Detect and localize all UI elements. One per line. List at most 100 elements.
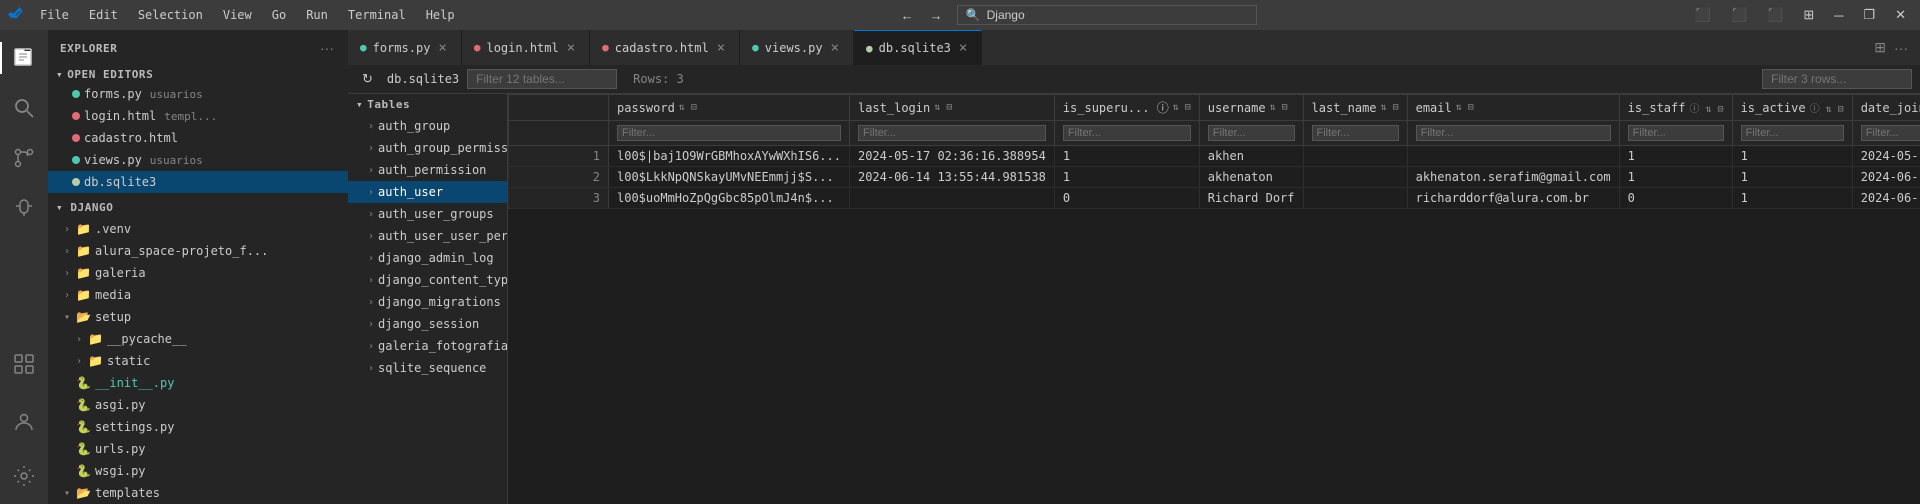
col-header-date-joined[interactable]: date_joined ⇅ ⊟ bbox=[1852, 95, 1920, 121]
views-tab-close[interactable]: × bbox=[829, 40, 841, 56]
menu-go[interactable]: Go bbox=[264, 6, 294, 24]
col-header-is-staff[interactable]: is_staff ⓘ ⇅ ⊟ bbox=[1619, 95, 1732, 121]
search-bar[interactable]: 🔍 bbox=[957, 5, 1257, 25]
filter-username-input[interactable] bbox=[1208, 125, 1295, 141]
editor-item-forms[interactable]: forms.py usuarios bbox=[48, 83, 348, 105]
col-header-username[interactable]: username ⇅ ⊟ bbox=[1199, 95, 1303, 121]
filter-email[interactable] bbox=[1407, 121, 1619, 146]
col-header-is-active[interactable]: is_active ⓘ ⇅ ⊟ bbox=[1732, 95, 1852, 121]
filter-is-staff[interactable] bbox=[1619, 121, 1732, 146]
refresh-button[interactable]: ↻ bbox=[356, 69, 379, 89]
table-auth-group-permissions[interactable]: › auth_group_permissions bbox=[348, 137, 507, 159]
table-django-migrations[interactable]: › django_migrations bbox=[348, 291, 507, 313]
tree-item-settings[interactable]: 🐍 settings.py bbox=[48, 416, 348, 438]
filter-username[interactable] bbox=[1199, 121, 1303, 146]
layout-sidebar-button[interactable]: ⬛ bbox=[1689, 5, 1717, 25]
login-tab-close[interactable]: × bbox=[565, 40, 577, 56]
tab-views[interactable]: ● views.py × bbox=[740, 30, 854, 65]
django-section[interactable]: ▾ DJANGO bbox=[48, 197, 348, 218]
tree-item-pycache[interactable]: › 📁 __pycache__ bbox=[48, 328, 348, 350]
table-django-admin-log[interactable]: › django_admin_log bbox=[348, 247, 507, 269]
table-django-content-type[interactable]: › django_content_type bbox=[348, 269, 507, 291]
tree-item-asgi[interactable]: 🐍 asgi.py bbox=[48, 394, 348, 416]
table-row[interactable]: 2 l00$LkkNpQNSkayUMvNEEmmjj$S... 2024-06… bbox=[509, 167, 1920, 188]
nav-forward-button[interactable]: → bbox=[924, 6, 949, 25]
col-header-last-login[interactable]: last_login ⇅ ⊟ bbox=[849, 95, 1054, 121]
tab-forms[interactable]: ● forms.py × bbox=[348, 30, 462, 65]
table-auth-user[interactable]: › auth_user bbox=[348, 181, 507, 203]
filter-last-name-input[interactable] bbox=[1312, 125, 1399, 141]
filter-is-active-input[interactable] bbox=[1741, 125, 1844, 141]
table-galeria-fotografia[interactable]: › galeria_fotografia bbox=[348, 335, 507, 357]
forms-tab-close[interactable]: × bbox=[436, 40, 448, 56]
editor-item-views[interactable]: views.py usuarios bbox=[48, 149, 348, 171]
table-auth-user-user-permissions[interactable]: › auth_user_user_permissions bbox=[348, 225, 507, 247]
window-close-button[interactable]: ✕ bbox=[1889, 5, 1912, 25]
sidebar-more-button[interactable]: ··· bbox=[318, 38, 336, 58]
layout-toggle-button[interactable]: ⬛ bbox=[1761, 5, 1789, 25]
editor-item-cadastro[interactable]: cadastro.html bbox=[48, 127, 348, 149]
tables-section[interactable]: ▾ Tables bbox=[348, 94, 507, 115]
menu-edit[interactable]: Edit bbox=[81, 6, 126, 24]
filter-is-superuser-input[interactable] bbox=[1063, 125, 1191, 141]
menu-run[interactable]: Run bbox=[298, 6, 336, 24]
tab-db[interactable]: ● db.sqlite3 × bbox=[854, 30, 982, 65]
tree-item-wsgi[interactable]: 🐍 wsgi.py bbox=[48, 460, 348, 482]
tree-item-init[interactable]: 🐍 __init__.py bbox=[48, 372, 348, 394]
filter-date-joined-input[interactable] bbox=[1861, 125, 1920, 141]
rows-filter-input[interactable] bbox=[1762, 69, 1912, 89]
menu-file[interactable]: File bbox=[32, 6, 77, 24]
tree-item-galeria[interactable]: › 📁 galeria bbox=[48, 262, 348, 284]
table-auth-group[interactable]: › auth_group bbox=[348, 115, 507, 137]
filter-is-superuser[interactable] bbox=[1054, 121, 1199, 146]
activity-account[interactable] bbox=[0, 398, 48, 446]
filter-last-login-input[interactable] bbox=[858, 125, 1046, 141]
col-header-email[interactable]: email ⇅ ⊟ bbox=[1407, 95, 1619, 121]
filter-date-joined[interactable] bbox=[1852, 121, 1920, 146]
tree-item-templates[interactable]: ▾ 📂 templates bbox=[48, 482, 348, 504]
more-actions-button[interactable]: ··· bbox=[1890, 38, 1912, 58]
tree-item-alura[interactable]: › 📁 alura_space-projeto_f... bbox=[48, 240, 348, 262]
filter-password-input[interactable] bbox=[617, 125, 841, 141]
filter-is-staff-input[interactable] bbox=[1628, 125, 1724, 141]
layout-panel-button[interactable]: ⬛ bbox=[1725, 5, 1753, 25]
activity-extensions[interactable] bbox=[0, 340, 48, 388]
editor-item-login[interactable]: login.html templ... bbox=[48, 105, 348, 127]
col-header-is-superuser[interactable]: is_superu... ⓘ ⇅ ⊟ bbox=[1054, 95, 1199, 121]
activity-search[interactable] bbox=[0, 84, 48, 132]
table-django-session[interactable]: › django_session bbox=[348, 313, 507, 335]
tree-item-media[interactable]: › 📁 media bbox=[48, 284, 348, 306]
window-maximize-button[interactable]: ❐ bbox=[1857, 5, 1881, 25]
menu-help[interactable]: Help bbox=[418, 6, 463, 24]
table-auth-user-groups[interactable]: › auth_user_groups bbox=[348, 203, 507, 225]
tree-item-venv[interactable]: › 📁 .venv bbox=[48, 218, 348, 240]
split-editor-button[interactable]: ⊞ bbox=[1870, 37, 1890, 58]
tree-item-urls[interactable]: 🐍 urls.py bbox=[48, 438, 348, 460]
activity-debug[interactable] bbox=[0, 184, 48, 232]
cadastro-tab-close[interactable]: × bbox=[715, 40, 727, 56]
menu-terminal[interactable]: Terminal bbox=[340, 6, 414, 24]
window-minimize-button[interactable]: ─ bbox=[1828, 6, 1849, 25]
menu-selection[interactable]: Selection bbox=[130, 6, 211, 24]
editor-item-db[interactable]: db.sqlite3 bbox=[48, 171, 348, 193]
filter-last-name[interactable] bbox=[1303, 121, 1407, 146]
db-grid[interactable]: password ⇅ ⊟ last_login ⇅ ⊟ bbox=[508, 94, 1920, 504]
table-row[interactable]: 3 l00$uoMmHoZpQgGbc85pOlmJ4n$... 0 Richa… bbox=[509, 188, 1920, 209]
menu-view[interactable]: View bbox=[215, 6, 260, 24]
table-filter-input[interactable] bbox=[467, 69, 617, 89]
col-header-last-name[interactable]: last_name ⇅ ⊟ bbox=[1303, 95, 1407, 121]
activity-settings[interactable] bbox=[0, 452, 48, 500]
db-tab-close[interactable]: × bbox=[957, 40, 969, 56]
nav-back-button[interactable]: ← bbox=[895, 6, 920, 25]
tree-item-setup[interactable]: ▾ 📂 setup bbox=[48, 306, 348, 328]
search-input[interactable] bbox=[987, 8, 1248, 22]
table-sqlite-sequence[interactable]: › sqlite_sequence bbox=[348, 357, 507, 379]
table-row[interactable]: 1 l00$|baj1O9WrGBMhoxAYwWXhIS6... 2024-0… bbox=[509, 146, 1920, 167]
filter-password[interactable] bbox=[609, 121, 850, 146]
layout-grid-button[interactable]: ⊞ bbox=[1797, 5, 1820, 25]
filter-is-active[interactable] bbox=[1732, 121, 1852, 146]
activity-files[interactable] bbox=[0, 34, 48, 82]
filter-email-input[interactable] bbox=[1416, 125, 1611, 141]
open-editors-header[interactable]: ▾ OPEN EDITORS bbox=[48, 66, 348, 83]
activity-source-control[interactable] bbox=[0, 134, 48, 182]
